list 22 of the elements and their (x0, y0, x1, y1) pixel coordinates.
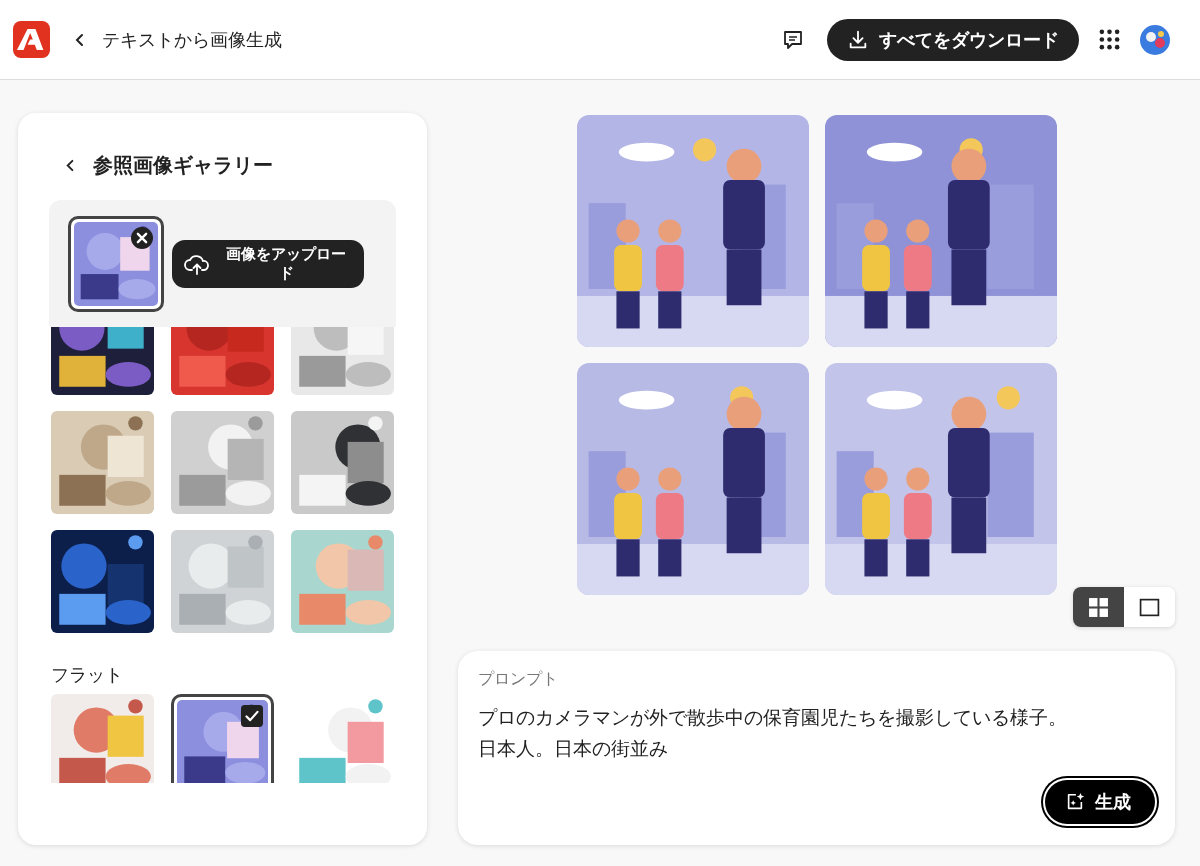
close-icon[interactable] (131, 226, 153, 249)
prompt-field[interactable]: プロンプト プロのカメラマンが外で散歩中の保育園児たちを撮影している様子。 日本人。日本の街並み 生成 (458, 651, 1175, 845)
upload-image-button[interactable]: 画像をアップロード (172, 239, 364, 288)
prompt-label: プロンプト (478, 669, 558, 689)
download-icon (847, 28, 869, 51)
prompt-text: 日本人。日本の街並み (478, 737, 668, 761)
avatar[interactable] (1140, 24, 1170, 55)
gallery-thumbnail[interactable] (171, 694, 274, 783)
download-all-button[interactable]: すべてをダウンロード (827, 18, 1079, 61)
square-icon (1139, 596, 1160, 618)
checkmark-icon (241, 705, 263, 727)
gallery-title: 参照画像ギャラリー (93, 152, 273, 178)
grid-view-button[interactable] (1073, 587, 1124, 627)
sparkle-icon (1065, 792, 1085, 812)
single-view-button[interactable] (1124, 587, 1175, 627)
logo-icon[interactable] (13, 21, 50, 58)
reference-thumbnail[interactable] (68, 215, 164, 312)
apps-icon[interactable] (1099, 29, 1120, 50)
prompt-text: プロのカメラマンが外で散歩中の保育園児たちを撮影している様子。 (478, 706, 1067, 730)
grid-icon (1088, 596, 1109, 618)
page-title: テキストから画像生成 (102, 28, 282, 52)
section-title: フラット (51, 664, 124, 686)
